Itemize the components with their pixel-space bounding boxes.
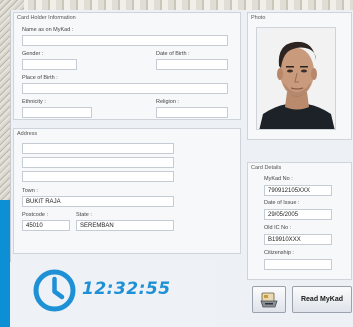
postcode-field[interactable]: 45010	[22, 220, 70, 231]
photo-frame	[256, 27, 336, 130]
address-group: Address Town : BUKIT RAJA Postcode : 450…	[13, 128, 241, 254]
card-details-group: Card Details MyKad No : 790912105XXX Dat…	[247, 162, 352, 280]
card-reader-icon	[260, 292, 278, 307]
card-reader-button[interactable]	[252, 286, 286, 313]
card-holder-group: Card Holder Information Name as on MyKad…	[13, 12, 241, 120]
citizenship-field[interactable]	[264, 259, 332, 270]
cardholder-photo	[257, 28, 335, 129]
citizenship-label: Citizenship :	[264, 250, 294, 256]
religion-label: Religion :	[156, 99, 179, 105]
old-ic-label: Old IC No :	[264, 225, 292, 231]
name-field[interactable]	[22, 35, 228, 46]
ethnicity-field[interactable]	[22, 107, 92, 118]
read-mykad-label: Read MyKad	[300, 296, 343, 303]
dob-field[interactable]	[156, 59, 228, 70]
address-line-3[interactable]	[22, 171, 174, 182]
old-ic-field[interactable]: B19910XXX	[264, 234, 332, 245]
name-label: Name as on MyKad :	[22, 27, 74, 33]
pob-label: Place of Birth :	[22, 75, 58, 81]
ethnicity-label: Ethnicity :	[22, 99, 46, 105]
town-label: Town :	[22, 188, 38, 194]
card-holder-title: Card Holder Information	[17, 15, 76, 21]
date-of-issue-field[interactable]: 29/05/2005	[264, 209, 332, 220]
address-line-1[interactable]	[22, 143, 174, 154]
clock-icon	[33, 269, 76, 312]
clock-area: 12:32:55	[10, 262, 215, 327]
mykad-no-field[interactable]: 790912105XXX	[264, 185, 332, 196]
religion-field[interactable]	[156, 107, 228, 118]
address-title: Address	[17, 131, 38, 137]
dob-label: Date of Birth :	[156, 51, 190, 57]
mykad-no-label: MyKad No :	[264, 176, 293, 182]
date-of-issue-label: Date of Issue :	[264, 200, 300, 206]
gender-field[interactable]	[22, 59, 77, 70]
state-field[interactable]: SEREMBAN	[76, 220, 174, 231]
photo-title: Photo	[251, 15, 266, 21]
town-field[interactable]: BUKIT RAJA	[22, 196, 174, 207]
postcode-label: Postcode :	[22, 212, 48, 218]
gender-label: Gender :	[22, 51, 44, 57]
photo-group: Photo	[247, 12, 352, 140]
pob-field[interactable]	[22, 83, 228, 94]
address-line-2[interactable]	[22, 157, 174, 168]
read-mykad-button[interactable]: Read MyKad	[292, 286, 352, 313]
clock-time: 12:32:55	[82, 279, 171, 299]
state-label: State :	[76, 212, 92, 218]
card-details-title: Card Details	[251, 165, 282, 171]
